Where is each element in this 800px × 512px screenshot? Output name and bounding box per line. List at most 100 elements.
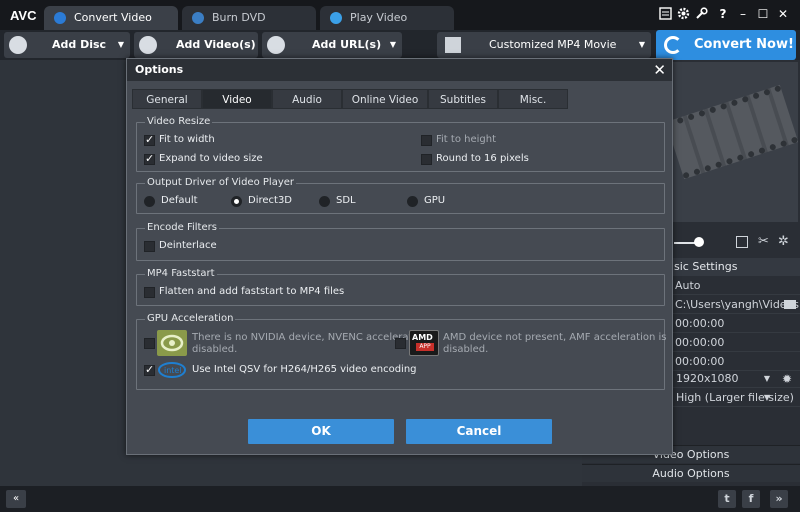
round-16-checkbox[interactable]	[421, 154, 432, 165]
add-videos-button[interactable]: Add Video(s)	[134, 32, 258, 58]
output-folder-value: C:\Users\yangh\Videos...	[675, 298, 800, 311]
add-urls-button[interactable]: Add URL(s) ▼	[262, 32, 402, 58]
tab-label: Burn DVD	[212, 11, 266, 24]
tab-play-video[interactable]: Play Video	[320, 6, 454, 30]
radio-sdl-label: SDL	[336, 195, 356, 206]
radio-gpu-label: GPU	[424, 195, 446, 206]
playback-slider-row: ✂ ✲	[672, 232, 798, 254]
gpu-acceleration-title: GPU Acceleration	[145, 313, 236, 324]
radio-gpu[interactable]	[407, 196, 418, 207]
expand-video-size-checkbox[interactable]	[144, 152, 155, 165]
magic-wand-icon[interactable]: ✲	[778, 234, 789, 249]
convert-now-button[interactable]: Convert Now!	[656, 30, 796, 60]
setting-row[interactable]: 00:00:00	[672, 315, 800, 333]
setting-row[interactable]: Auto	[672, 277, 800, 295]
nvidia-icon	[157, 330, 187, 356]
encode-filters-title: Encode Filters	[145, 222, 219, 233]
tab-video[interactable]: Video	[202, 89, 272, 109]
quality-value: High (Larger file size)	[676, 391, 794, 404]
nvidia-status-line2: disabled.	[192, 344, 238, 355]
tab-online-video[interactable]: Online Video	[342, 89, 428, 109]
dialog-title: Options	[135, 63, 184, 76]
chevron-down-icon: ▼	[638, 40, 645, 49]
deinterlace-checkbox[interactable]	[144, 241, 155, 252]
expand-button[interactable]: »	[770, 490, 788, 508]
amd-badge-text: AMD	[412, 333, 433, 342]
close-button[interactable]: ✕	[776, 7, 790, 21]
deinterlace-label: Deinterlace	[159, 240, 217, 251]
copy-icon[interactable]	[736, 236, 748, 248]
burn-dvd-icon	[192, 12, 204, 24]
faststart-label: Flatten and add faststart to MP4 files	[159, 286, 345, 297]
chevron-down-icon: ▼	[763, 393, 770, 402]
setting-row[interactable]: High (Larger file size) ▼	[672, 389, 800, 407]
audio-options-button[interactable]: Audio Options	[582, 464, 800, 482]
help-button[interactable]: ?	[716, 7, 730, 21]
add-videos-label: Add Video(s)	[176, 38, 256, 51]
setting-row[interactable]: 00:00:00	[672, 353, 800, 371]
round-16-label: Round to 16 pixels	[436, 153, 529, 164]
amd-badge-sub: APP	[416, 343, 434, 351]
tab-label: Play Video	[350, 11, 408, 24]
radio-sdl[interactable]	[319, 196, 330, 207]
setting-row[interactable]: 1920x1080 ▼ ✹	[672, 370, 800, 388]
tab-general[interactable]: General	[132, 89, 202, 109]
convert-label: Convert Now!	[694, 37, 794, 52]
maximize-button[interactable]: ☐	[756, 7, 770, 21]
setting-row[interactable]: 00:00:00	[672, 334, 800, 352]
register-icon[interactable]	[658, 7, 672, 21]
ok-button[interactable]: OK	[248, 419, 394, 444]
chevron-down-icon: ▼	[763, 374, 770, 383]
faststart-checkbox[interactable]	[144, 287, 155, 298]
video-resize-title: Video Resize	[145, 116, 213, 127]
fit-to-width-checkbox[interactable]	[144, 133, 155, 146]
facebook-icon[interactable]: f	[742, 490, 760, 508]
tab-misc[interactable]: Misc.	[498, 89, 568, 109]
fit-to-width-label: Fit to width	[159, 134, 215, 145]
fit-to-height-label: Fit to height	[436, 134, 496, 145]
film-icon	[445, 37, 461, 53]
add-disc-label: Add Disc	[52, 38, 107, 51]
twitter-icon[interactable]: t	[718, 490, 736, 508]
add-disc-button[interactable]: Add Disc ▼	[4, 32, 130, 58]
fit-to-height-checkbox[interactable]	[421, 135, 432, 146]
folder-icon[interactable]	[784, 300, 796, 309]
output-driver-title: Output Driver of Video Player	[145, 177, 296, 188]
setting-row[interactable]: C:\Users\yangh\Videos...	[672, 296, 800, 314]
collapse-button[interactable]: «	[6, 490, 26, 508]
radio-default[interactable]	[144, 196, 155, 207]
tab-subtitles[interactable]: Subtitles	[428, 89, 498, 109]
amd-checkbox[interactable]	[395, 338, 406, 349]
film-add-icon	[139, 36, 157, 54]
dialog-title-bar: Options ✕	[127, 59, 672, 81]
seek-handle[interactable]	[694, 237, 704, 247]
gear-icon[interactable]	[676, 7, 690, 21]
tab-convert-video[interactable]: Convert Video	[44, 6, 178, 30]
chevron-down-icon[interactable]: ▼	[390, 32, 396, 58]
gear-icon[interactable]: ✹	[782, 370, 792, 388]
cancel-button[interactable]: Cancel	[406, 419, 552, 444]
basic-settings-header[interactable]: sic Settings	[672, 258, 800, 276]
intel-qsv-checkbox[interactable]	[144, 363, 155, 376]
minimize-button[interactable]: –	[736, 7, 750, 21]
mp4-faststart-title: MP4 Faststart	[145, 268, 217, 279]
output-format-select[interactable]: Customized MP4 Movie (*.mp4) ▼	[437, 32, 651, 77]
radio-direct3d[interactable]	[231, 196, 242, 207]
svg-text:intel: intel	[164, 366, 182, 375]
refresh-icon	[664, 36, 682, 54]
add-urls-label: Add URL(s)	[312, 38, 382, 51]
intel-qsv-label: Use Intel QSV for H264/H265 video encodi…	[192, 364, 417, 375]
amd-status-line1: AMD device not present, AMF acceleration…	[443, 332, 667, 343]
film-reel-icon	[665, 84, 798, 180]
chevron-down-icon[interactable]: ▼	[118, 32, 124, 58]
close-icon[interactable]: ✕	[653, 60, 666, 80]
convert-video-icon	[54, 12, 66, 24]
radio-direct3d-label: Direct3D	[248, 195, 293, 206]
tab-audio[interactable]: Audio	[272, 89, 342, 109]
nvidia-checkbox[interactable]	[144, 338, 155, 349]
bottom-bar: « t f »	[0, 486, 800, 512]
wrench-icon[interactable]	[694, 7, 708, 21]
tab-label: Convert Video	[74, 11, 152, 24]
tab-burn-dvd[interactable]: Burn DVD	[182, 6, 316, 30]
scissors-icon[interactable]: ✂	[758, 234, 769, 249]
